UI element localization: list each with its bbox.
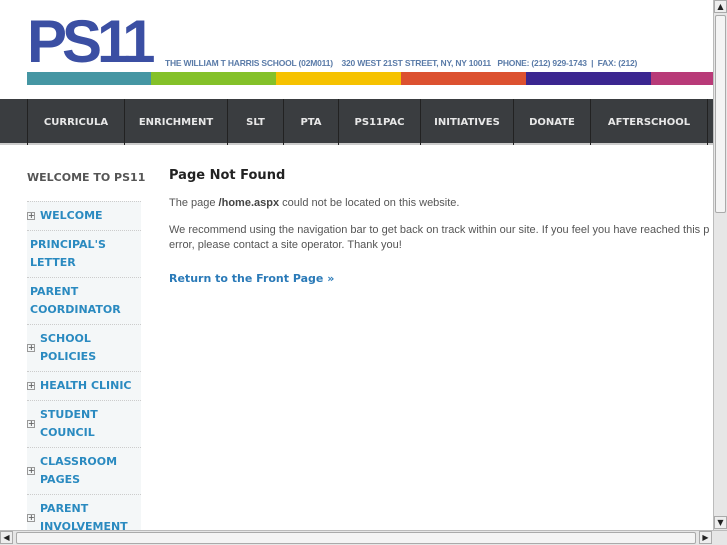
- color-stripe: [27, 72, 713, 85]
- recommend-line-2: error, please contact a site operator. T…: [169, 239, 402, 251]
- sidebar-item[interactable]: + WELCOME: [27, 201, 141, 230]
- expand-plus-icon[interactable]: +: [27, 420, 35, 428]
- expand-plus-icon[interactable]: +: [27, 514, 35, 522]
- stripe-segment: [651, 72, 713, 85]
- sidebar-item-label: SCHOOL POLICIES: [40, 332, 97, 363]
- front-page-link[interactable]: Return to the Front Page »: [169, 272, 334, 285]
- sidebar-title: WELCOME TO PS11: [27, 171, 146, 184]
- scroll-down-icon[interactable]: ▼: [714, 516, 727, 529]
- stripe-segment: [276, 72, 401, 85]
- page-path: /home.aspx: [218, 197, 280, 209]
- scroll-up-icon[interactable]: ▲: [714, 0, 727, 13]
- sidebar-item[interactable]: + SCHOOL POLICIES: [27, 324, 141, 371]
- sidebar-item[interactable]: + HEALTH CLINIC: [27, 371, 141, 400]
- sidebar-item-label: PARENT COORDINATOR: [30, 285, 121, 316]
- main-nav: CURRICULA ENRICHMENT SLT PTA PS11PAC INITIATI…: [0, 99, 713, 145]
- sidebar-menu: + WELCOME PRINCIPAL'S LETTER PARENT COORDIN…: [27, 201, 141, 542]
- msg-text: The page: [169, 197, 219, 209]
- nav-curricula[interactable]: CURRICULA: [27, 99, 124, 145]
- expand-plus-icon[interactable]: +: [27, 344, 35, 352]
- sidebar-item-label: HEALTH CLINIC: [40, 379, 132, 392]
- vertical-scroll-thumb[interactable]: [715, 15, 726, 213]
- sidebar-item-label: STUDENT COUNCIL: [40, 408, 98, 439]
- ps11-logo[interactable]: PS11: [27, 12, 155, 72]
- msg-text: could not be located on this website.: [279, 197, 460, 209]
- nav-slt[interactable]: SLT: [227, 99, 283, 145]
- page-title: Page Not Found: [169, 168, 286, 183]
- nav-ps11pac[interactable]: PS11PAC: [338, 99, 420, 145]
- scroll-left-icon[interactable]: ◀: [0, 531, 13, 544]
- sidebar-item[interactable]: + STUDENT COUNCIL: [27, 400, 141, 447]
- sidebar-item[interactable]: PARENT COORDINATOR: [27, 277, 141, 324]
- recommend-message: We recommend using the navigation bar to…: [169, 223, 711, 253]
- vertical-scrollbar[interactable]: ▲ ▼: [713, 0, 727, 530]
- school-info: THE WILLIAM T HARRIS SCHOOL (02M011) 320…: [165, 58, 638, 68]
- scroll-right-icon[interactable]: ▶: [699, 531, 712, 544]
- nav-pta[interactable]: PTA: [283, 99, 338, 145]
- recommend-line-1: We recommend using the navigation bar to…: [169, 224, 710, 236]
- sidebar-item-label: WELCOME: [40, 209, 103, 222]
- stripe-segment: [151, 72, 276, 85]
- nav-donate[interactable]: DONATE: [513, 99, 590, 145]
- stripe-segment: [27, 72, 151, 85]
- sidebar-item[interactable]: + CLASSROOM PAGES: [27, 447, 141, 494]
- sidebar-item[interactable]: PRINCIPAL'S LETTER: [27, 230, 141, 277]
- expand-plus-icon[interactable]: +: [27, 212, 35, 220]
- nav-afterschool[interactable]: AFTERSCHOOL: [590, 99, 707, 145]
- not-found-message: The page /home.aspx could not be located…: [169, 196, 711, 211]
- sidebar-item-label: CLASSROOM PAGES: [40, 455, 118, 486]
- expand-plus-icon[interactable]: +: [27, 467, 35, 475]
- sidebar-item-label: PRINCIPAL'S LETTER: [30, 238, 106, 269]
- horizontal-scroll-thumb[interactable]: [16, 532, 696, 544]
- nav-initiatives[interactable]: INITIATIVES: [420, 99, 513, 145]
- stripe-segment: [526, 72, 651, 85]
- stripe-segment: [401, 72, 526, 85]
- horizontal-scrollbar[interactable]: ◀ ▶: [0, 530, 727, 545]
- expand-plus-icon[interactable]: +: [27, 382, 35, 390]
- nav-enrichment[interactable]: ENRICHMENT: [124, 99, 227, 145]
